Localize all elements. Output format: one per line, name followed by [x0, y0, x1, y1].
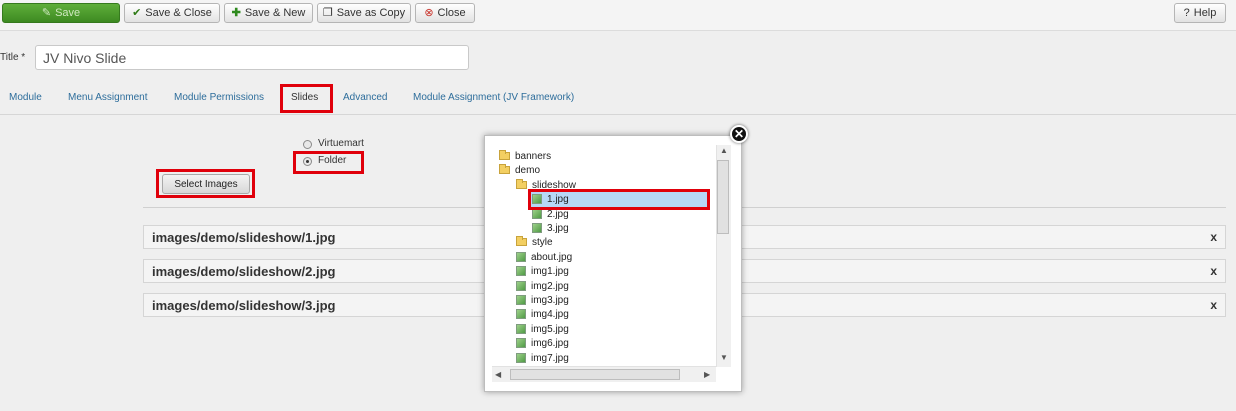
- remove-image-button[interactable]: x: [1210, 230, 1217, 244]
- image-file-icon: [516, 309, 526, 319]
- horizontal-scroll-thumb[interactable]: [510, 369, 680, 380]
- scroll-right-icon[interactable]: ▶: [704, 370, 710, 379]
- image-file-icon: [516, 324, 526, 334]
- title-label: Title *: [0, 52, 26, 63]
- tree-file-about[interactable]: about.jpg: [516, 250, 572, 264]
- highlight-slides-tab: [280, 84, 333, 113]
- highlight-select-images: [156, 169, 255, 198]
- image-file-icon: [516, 295, 526, 305]
- close-modal-button[interactable]: ✕: [730, 125, 748, 143]
- edit-icon: ✎: [41, 6, 52, 19]
- vertical-scroll-thumb[interactable]: [717, 160, 729, 234]
- image-file-icon: [516, 353, 526, 363]
- tab-module[interactable]: Module: [9, 92, 42, 103]
- tree-file-img6[interactable]: img6.jpg: [516, 336, 569, 350]
- tree-file-img5[interactable]: img5.jpg: [516, 322, 569, 336]
- tree-folder-banners[interactable]: banners: [499, 149, 551, 163]
- save-copy-button[interactable]: ❐ Save as Copy: [317, 3, 411, 23]
- tree-file-img3[interactable]: img3.jpg: [516, 293, 569, 307]
- image-path: images/demo/slideshow/3.jpg: [152, 298, 336, 313]
- tab-advanced[interactable]: Advanced: [343, 92, 387, 103]
- tree-file-3jpg[interactable]: 3.jpg: [532, 221, 569, 235]
- tab-menu-assignment[interactable]: Menu Assignment: [68, 92, 148, 103]
- highlight-selected-file: [528, 189, 710, 210]
- save-close-button[interactable]: ✔ Save & Close: [124, 3, 220, 23]
- folder-open-icon: [516, 179, 527, 189]
- close-icon: ✕: [733, 127, 745, 141]
- image-file-icon: [516, 252, 526, 262]
- help-button[interactable]: ? Help: [1174, 3, 1226, 23]
- tab-module-permissions[interactable]: Module Permissions: [174, 92, 264, 103]
- scroll-left-icon[interactable]: ◀: [495, 370, 501, 379]
- image-file-icon: [516, 266, 526, 276]
- scroll-down-icon[interactable]: ▼: [720, 353, 728, 362]
- tree-file-img7[interactable]: img7.jpg: [516, 351, 569, 365]
- close-button[interactable]: ⊗ Close: [415, 3, 475, 23]
- save-button[interactable]: ✎ Save: [2, 3, 120, 23]
- plus-icon: ✚: [231, 6, 241, 19]
- copy-icon: ❐: [322, 6, 333, 19]
- remove-image-button[interactable]: x: [1210, 264, 1217, 278]
- scroll-up-icon[interactable]: ▲: [720, 146, 728, 155]
- image-path: images/demo/slideshow/2.jpg: [152, 264, 336, 279]
- image-file-icon: [516, 338, 526, 348]
- highlight-folder-option: [293, 151, 364, 174]
- image-file-icon: [516, 281, 526, 291]
- image-file-icon: [532, 209, 542, 219]
- save-new-button[interactable]: ✚ Save & New: [224, 3, 313, 23]
- tree-file-img2[interactable]: img2.jpg: [516, 279, 569, 293]
- check-icon: ✔: [132, 6, 142, 19]
- help-icon: ?: [1183, 6, 1190, 19]
- image-path: images/demo/slideshow/1.jpg: [152, 230, 336, 245]
- tree-file-img4[interactable]: img4.jpg: [516, 307, 569, 321]
- folder-open-icon: [499, 164, 510, 174]
- tree-folder-style[interactable]: style: [516, 235, 553, 249]
- title-input[interactable]: JV Nivo Slide: [35, 45, 469, 70]
- remove-image-button[interactable]: x: [1210, 298, 1217, 312]
- tree-folder-demo[interactable]: demo: [499, 163, 540, 177]
- image-file-icon: [532, 223, 542, 233]
- radio-virtuemart-label: Virtuemart: [318, 138, 364, 149]
- cancel-icon: ⊗: [424, 6, 434, 19]
- folder-icon: [516, 236, 527, 246]
- tab-module-assignment-jv[interactable]: Module Assignment (JV Framework): [413, 92, 574, 103]
- folder-icon: [499, 150, 510, 160]
- tree-file-img1[interactable]: img1.jpg: [516, 264, 569, 278]
- radio-virtuemart[interactable]: [303, 140, 312, 149]
